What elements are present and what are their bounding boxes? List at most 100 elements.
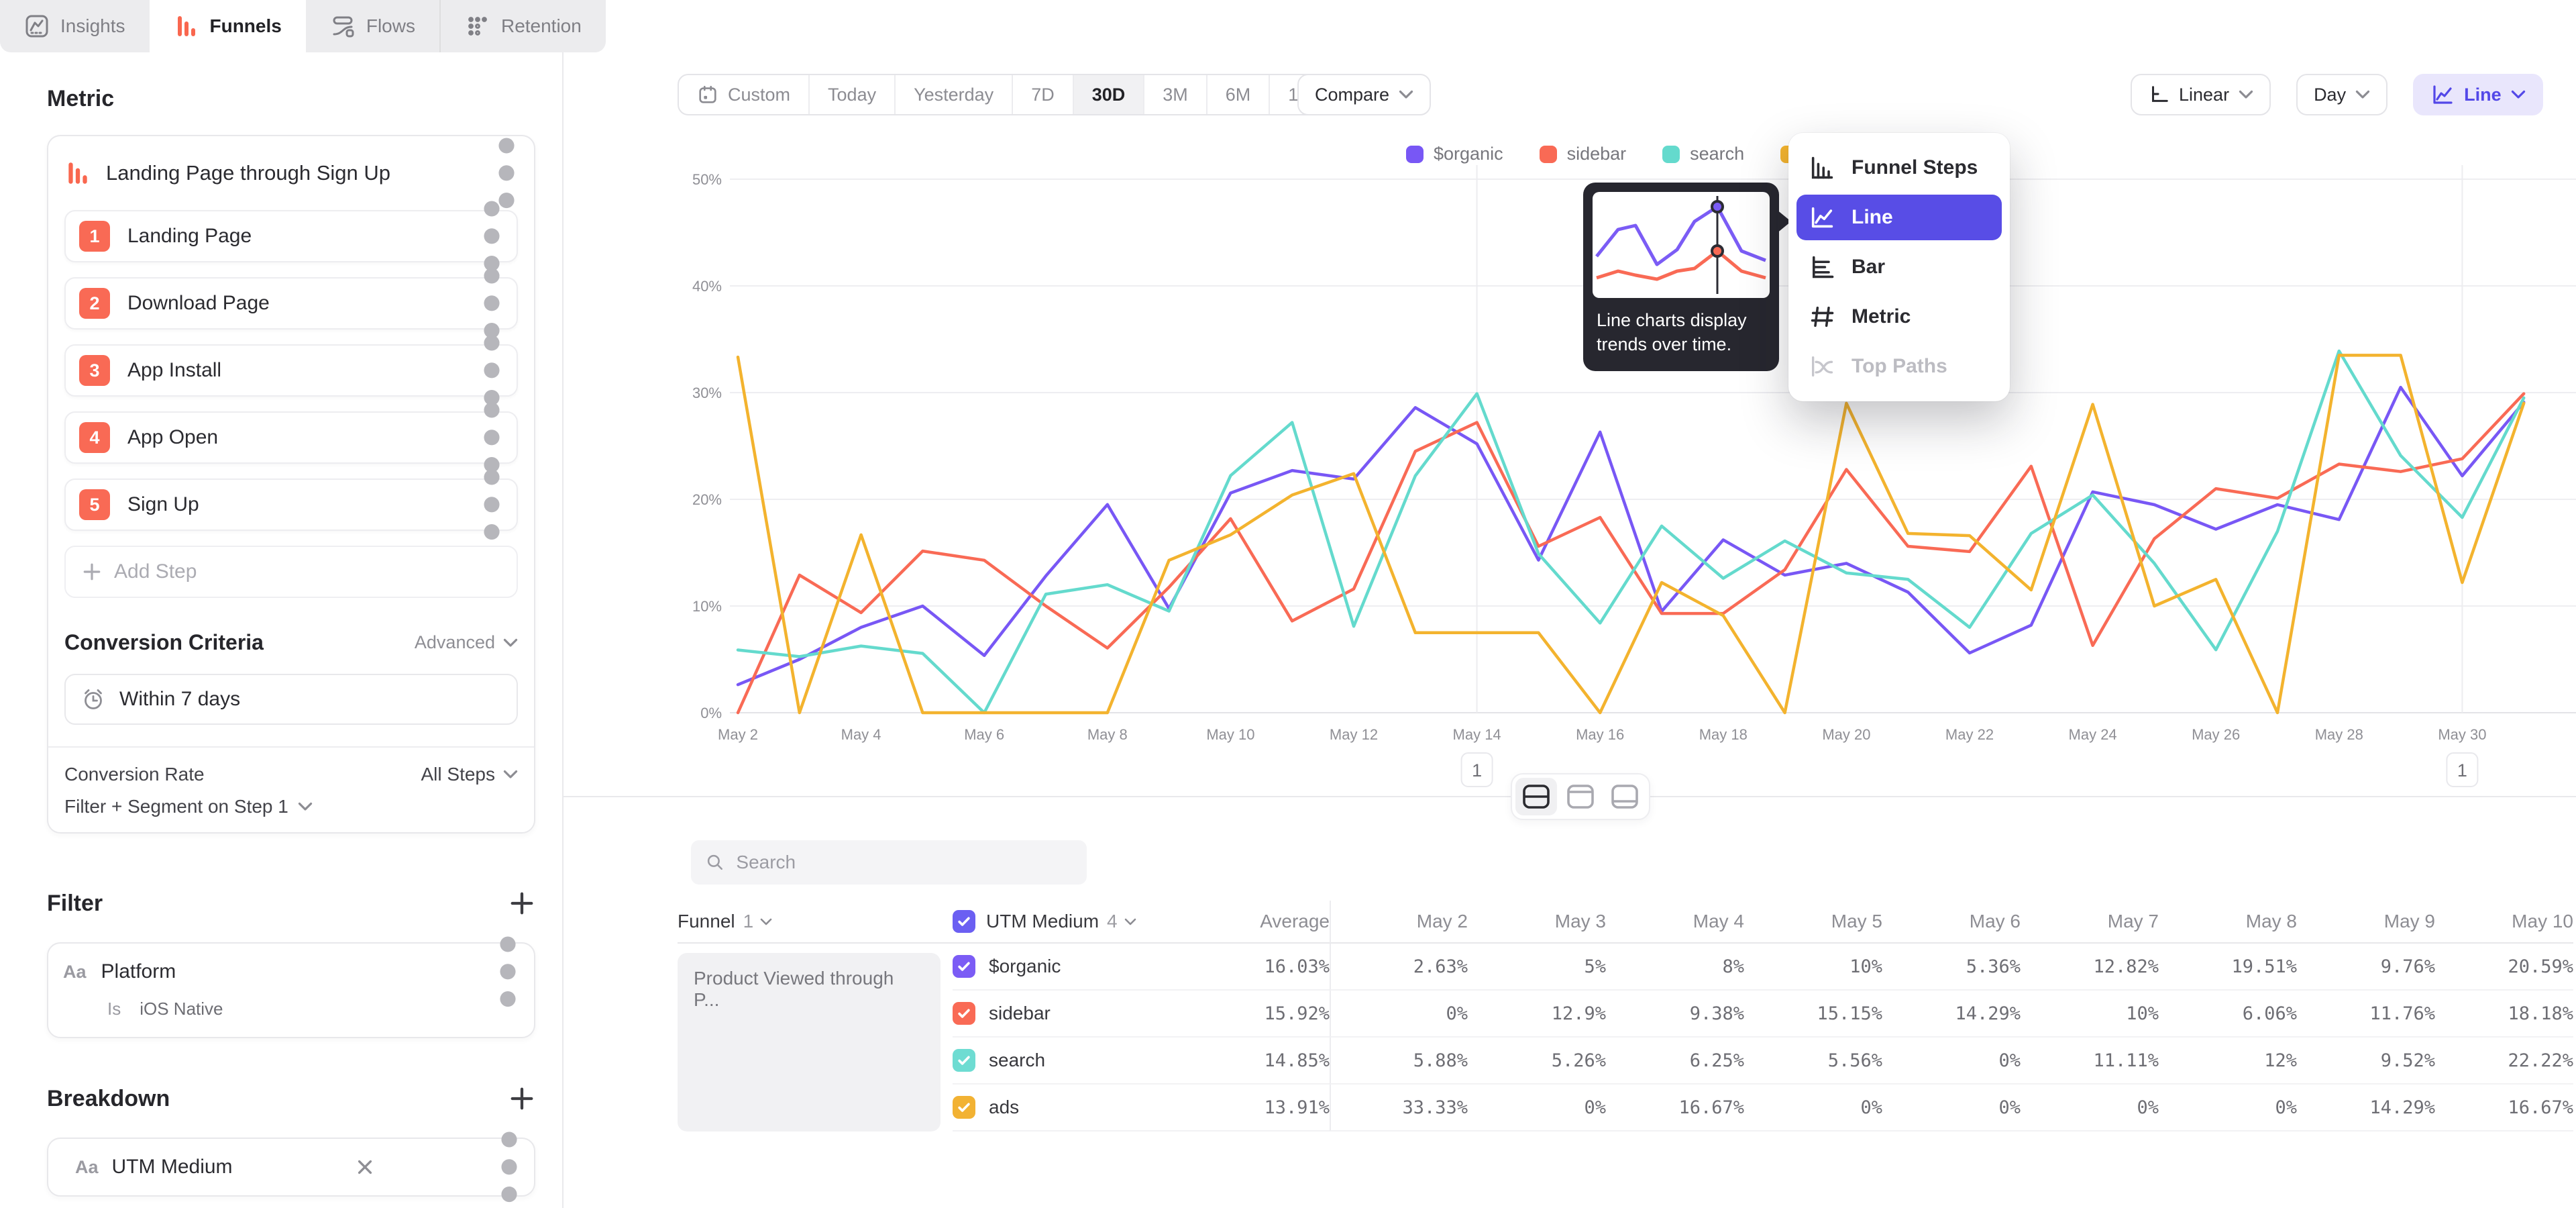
tab-label: Funnels bbox=[210, 15, 282, 37]
step-kebab-menu-icon[interactable] bbox=[480, 290, 503, 317]
date-column-header[interactable]: May 7 bbox=[2021, 901, 2159, 944]
series-checkbox[interactable] bbox=[953, 1049, 975, 1072]
tab-flows[interactable]: Flows bbox=[306, 0, 439, 52]
value-cell: 6.25% bbox=[1606, 1038, 1744, 1085]
menu-item-metric[interactable]: Metric bbox=[1796, 294, 2002, 340]
search-input[interactable] bbox=[735, 851, 1072, 874]
filter-card: Aa Platform Is iOS Native bbox=[47, 942, 535, 1038]
conversion-window-button[interactable]: Within 7 days bbox=[64, 674, 518, 725]
series-checkbox[interactable] bbox=[953, 1096, 975, 1119]
value-cell: 20.59% bbox=[2435, 944, 2573, 991]
svg-text:10%: 10% bbox=[692, 598, 722, 615]
conversion-rate-label: Conversion Rate bbox=[64, 764, 205, 785]
chart-type-dropdown-button[interactable]: Line bbox=[2413, 74, 2543, 115]
tab-insights[interactable]: Insights bbox=[0, 0, 150, 52]
retention-icon bbox=[465, 13, 490, 39]
all-steps-dropdown[interactable]: All Steps bbox=[421, 764, 519, 785]
funnels-icon bbox=[174, 13, 199, 39]
date-column-header[interactable]: May 4 bbox=[1606, 901, 1744, 944]
svg-text:May 20: May 20 bbox=[1822, 726, 1870, 743]
svg-text:May 22: May 22 bbox=[1945, 726, 1994, 743]
step-label: Download Page bbox=[127, 292, 270, 315]
range-yesterday[interactable]: Yesterday bbox=[894, 75, 1012, 114]
value-cell: 18.18% bbox=[2435, 991, 2573, 1038]
metric-kebab-menu-icon[interactable] bbox=[495, 160, 518, 187]
range-today[interactable]: Today bbox=[808, 75, 894, 114]
add-step-button[interactable]: Add Step bbox=[64, 546, 518, 598]
annotation-badge[interactable]: 1 bbox=[1462, 753, 1493, 787]
breakdown-column-header[interactable]: UTM Medium4 bbox=[953, 901, 1185, 944]
date-column-header[interactable]: May 2 bbox=[1330, 901, 1468, 944]
series-name: search bbox=[989, 1050, 1045, 1071]
insights-icon bbox=[24, 13, 50, 39]
value-cell: 33.33% bbox=[1330, 1085, 1468, 1131]
filter-segment-dropdown[interactable]: Filter + Segment on Step 1 bbox=[64, 796, 518, 817]
date-column-header[interactable]: May 8 bbox=[2159, 901, 2297, 944]
svg-text:50%: 50% bbox=[692, 171, 722, 188]
range-7d[interactable]: 7D bbox=[1012, 75, 1073, 114]
add-breakdown-button[interactable] bbox=[508, 1085, 535, 1112]
date-column-header[interactable]: May 9 bbox=[2297, 901, 2435, 944]
filter-property-name[interactable]: Platform bbox=[101, 960, 176, 983]
filter-value[interactable]: iOS Native bbox=[140, 999, 223, 1019]
tooltip-text: Line charts display trends over time. bbox=[1597, 309, 1766, 356]
property-type-icon: Aa bbox=[63, 962, 87, 983]
step-kebab-menu-icon[interactable] bbox=[480, 491, 503, 518]
advanced-dropdown[interactable]: Advanced bbox=[415, 632, 518, 653]
date-column-header[interactable]: May 6 bbox=[1882, 901, 2021, 944]
average-column-header[interactable]: Average bbox=[1185, 901, 1330, 944]
series-checkbox[interactable] bbox=[953, 1002, 975, 1025]
range-6m[interactable]: 6M bbox=[1206, 75, 1269, 114]
remove-breakdown-icon[interactable] bbox=[353, 1155, 377, 1179]
funnel-trend-line-chart[interactable]: 0%10%20%30%40%50%May 2May 4May 6May 8May… bbox=[564, 141, 2576, 799]
metric-name: Landing Page through Sign Up bbox=[106, 161, 390, 185]
chart-only-view-button[interactable] bbox=[1560, 778, 1601, 815]
scale-dropdown-button[interactable]: Linear bbox=[2131, 74, 2271, 115]
chart-only-view-icon bbox=[1565, 783, 1596, 811]
range-30d[interactable]: 30D bbox=[1073, 75, 1144, 114]
funnel-step-2[interactable]: 2 Download Page bbox=[64, 277, 518, 330]
date-column-header[interactable]: May 3 bbox=[1468, 901, 1606, 944]
series-checkbox[interactable] bbox=[953, 955, 975, 978]
value-cell: 8% bbox=[1606, 944, 1744, 991]
menu-item-funnel-steps[interactable]: Funnel Steps bbox=[1796, 145, 2002, 191]
range-3m[interactable]: 3M bbox=[1143, 75, 1206, 114]
date-column-header[interactable]: May 10 bbox=[2435, 901, 2573, 944]
chevron-down-icon bbox=[1399, 90, 1413, 99]
funnel-group-cell[interactable]: Product Viewed through P... bbox=[678, 953, 941, 1131]
funnel-step-4[interactable]: 4 App Open bbox=[64, 411, 518, 464]
select-all-checkbox[interactable] bbox=[953, 910, 975, 933]
step-kebab-menu-icon[interactable] bbox=[480, 357, 503, 384]
table-search bbox=[691, 840, 1087, 885]
funnel-column-header[interactable]: Funnel1 bbox=[678, 901, 953, 944]
date-column-header[interactable]: May 5 bbox=[1744, 901, 1882, 944]
value-cell: 5.26% bbox=[1468, 1038, 1606, 1085]
line-icon bbox=[1809, 204, 1835, 231]
table-only-view-button[interactable] bbox=[1604, 778, 1646, 815]
menu-item-bar[interactable]: Bar bbox=[1796, 244, 2002, 290]
split-view-button[interactable] bbox=[1515, 778, 1557, 815]
value-cell: 14.29% bbox=[2297, 1085, 2435, 1131]
add-filter-button[interactable] bbox=[508, 890, 535, 917]
compare-button[interactable]: Compare bbox=[1297, 74, 1431, 115]
funnel-step-5[interactable]: 5 Sign Up bbox=[64, 479, 518, 531]
interval-dropdown-button[interactable]: Day bbox=[2296, 74, 2387, 115]
value-cell: 0% bbox=[1330, 991, 1468, 1038]
funnel-step-1[interactable]: 1 Landing Page bbox=[64, 210, 518, 262]
tab-funnels[interactable]: Funnels bbox=[150, 0, 306, 52]
filter-operator[interactable]: Is bbox=[107, 999, 121, 1019]
series-name: ads bbox=[989, 1097, 1019, 1118]
breakdown-property-name[interactable]: UTM Medium bbox=[112, 1156, 233, 1178]
filter-kebab-menu-icon[interactable] bbox=[496, 958, 519, 985]
search-icon bbox=[706, 853, 724, 871]
range-custom[interactable]: Custom bbox=[679, 75, 808, 114]
breakdown-kebab-menu-icon[interactable] bbox=[498, 1154, 521, 1180]
series-name-cell: ads bbox=[953, 1085, 1185, 1131]
step-label: Sign Up bbox=[127, 493, 199, 516]
step-kebab-menu-icon[interactable] bbox=[480, 424, 503, 451]
step-kebab-menu-icon[interactable] bbox=[480, 223, 503, 250]
funnel-step-3[interactable]: 3 App Install bbox=[64, 344, 518, 397]
menu-item-line[interactable]: Line bbox=[1796, 195, 2002, 240]
range-label: Yesterday bbox=[914, 85, 994, 105]
annotation-badge[interactable]: 1 bbox=[2447, 753, 2477, 787]
